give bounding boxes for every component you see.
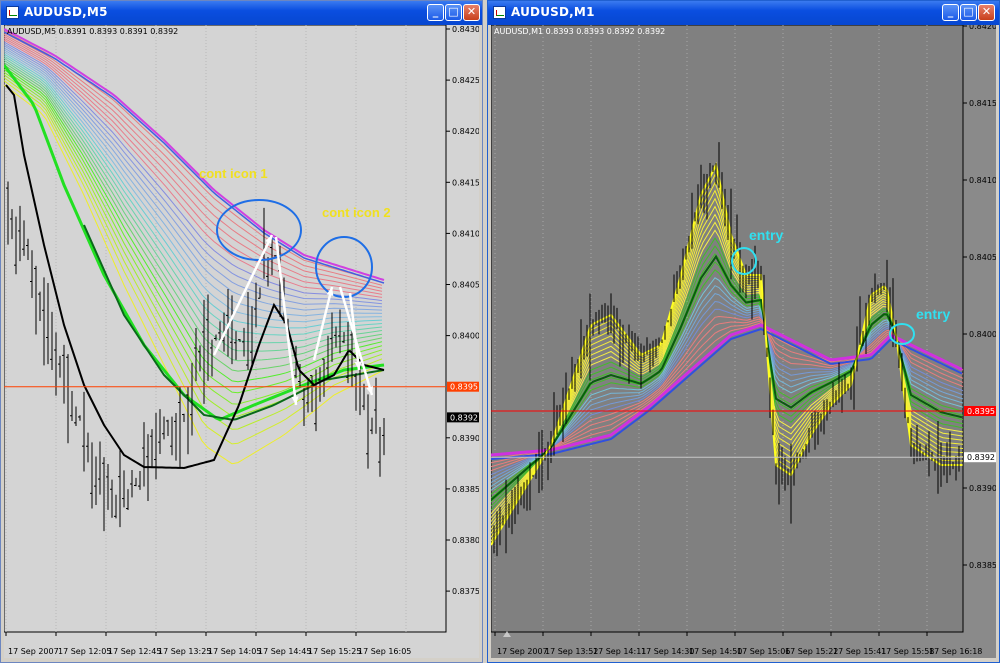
x-tick-label: 17 Sep 2007 (8, 647, 59, 656)
y-tick-label: 0.8410 (452, 229, 479, 238)
x-tick-label: 17 Sep 15:41 (833, 647, 886, 656)
y-tick-label: 0.8410 (969, 176, 996, 185)
maximize-button[interactable]: □ (445, 4, 462, 21)
y-tick-label: 0.8385 (452, 485, 479, 494)
x-tick-label: 17 Sep 15:06 (737, 647, 790, 656)
y-tick-label: 0.8405 (452, 281, 479, 290)
y-tick-label: 0.8420 (452, 127, 479, 136)
window-title: AUDUSD,M5 (24, 5, 108, 19)
y-tick-label: 0.8400 (452, 332, 479, 341)
entry-label: entry (916, 306, 950, 322)
x-tick-label: 17 Sep 14:11 (593, 647, 646, 656)
annotation-label: cont icon 1 (199, 166, 268, 181)
price-marker-current-label: 0.8392 (967, 453, 995, 462)
minimize-button[interactable]: _ (942, 4, 959, 21)
chart-header-quote: AUDUSD,M1 0.8393 0.8393 0.8392 0.8392 (494, 27, 665, 36)
title-bar[interactable]: AUDUSD,M5 _ □ ✕ (1, 1, 482, 25)
y-tick-label: 0.8420 (969, 25, 996, 31)
window-title: AUDUSD,M1 (511, 5, 595, 19)
price-marker-red-label: 0.8395 (967, 407, 995, 416)
chart-window-audusd-m5[interactable]: AUDUSD,M5 _ □ ✕ 0.8395 0.8392 0.8430 0.8425… (0, 0, 483, 663)
x-tick-label: 17 Sep 16:18 (929, 647, 982, 656)
x-tick-label: 17 Sep 16:05 (358, 647, 411, 656)
close-button[interactable]: ✕ (463, 4, 480, 21)
y-tick-label: 0.8430 (452, 25, 479, 34)
x-tick-label: 17 Sep 14:45 (258, 647, 311, 656)
title-bar[interactable]: AUDUSD,M1 _ □ ✕ (488, 1, 999, 25)
x-tick-label: 17 Sep 14:50 (689, 647, 742, 656)
price-marker-red-label: 0.8395 (450, 383, 478, 392)
plot-area[interactable] (4, 25, 447, 633)
x-tick-label: 17 Sep 12:05 (58, 647, 111, 656)
chart-header-quote: AUDUSD,M5 0.8391 0.8393 0.8391 0.8392 (7, 27, 178, 36)
y-tick-label: 0.8390 (452, 434, 479, 443)
x-tick-label: 17 Sep 15:25 (308, 647, 361, 656)
x-tick-label: 17 Sep 14:30 (641, 647, 694, 656)
y-tick-label: 0.8380 (452, 536, 479, 545)
x-tick-label: 17 Sep 15:22 (785, 647, 838, 656)
y-tick-label: 0.8425 (452, 76, 479, 85)
close-button[interactable]: ✕ (978, 4, 995, 21)
y-tick-label: 0.8385 (969, 561, 996, 570)
x-tick-label: 17 Sep 13:52 (545, 647, 598, 656)
y-tick-label: 0.8375 (452, 587, 479, 596)
maximize-button[interactable]: □ (960, 4, 977, 21)
y-tick-label: 0.8390 (969, 484, 996, 493)
minimize-button[interactable]: _ (427, 4, 444, 21)
price-marker-current-label: 0.8392 (450, 413, 478, 422)
price-chart[interactable]: 0.8395 0.8392 0.8430 0.8425 0.8420 0.8415 0.84… (4, 25, 479, 658)
annotation-label: cont icon 2 (322, 205, 391, 220)
y-tick-label: 0.8400 (969, 330, 996, 339)
y-tick-label: 0.8405 (969, 253, 996, 262)
chart-window-icon (493, 6, 506, 19)
entry-label: entry (749, 227, 783, 243)
x-tick-label: 17 Sep 15:58 (881, 647, 934, 656)
chart-window-audusd-m1[interactable]: AUDUSD,M1 _ □ ✕ 0.8395 0.8392 0.8420 0.8415… (487, 0, 1000, 663)
chart-window-icon (6, 6, 19, 19)
x-tick-label: 17 Sep 12:45 (108, 647, 161, 656)
x-tick-label: 17 Sep 2007 (497, 647, 548, 656)
chart-canvas[interactable]: 0.8395 0.8392 0.8430 0.8425 0.8420 0.8415 0.84… (4, 25, 479, 658)
price-chart[interactable]: 0.8395 0.8392 0.8420 0.8415 0.8410 0.8405 0.84… (491, 25, 996, 658)
x-tick-label: 17 Sep 14:05 (208, 647, 261, 656)
y-tick-label: 0.8415 (969, 99, 996, 108)
x-tick-label: 17 Sep 13:25 (158, 647, 211, 656)
y-tick-label: 0.8415 (452, 178, 479, 187)
chart-canvas[interactable]: 0.8395 0.8392 0.8420 0.8415 0.8410 0.8405 0.84… (491, 25, 996, 658)
